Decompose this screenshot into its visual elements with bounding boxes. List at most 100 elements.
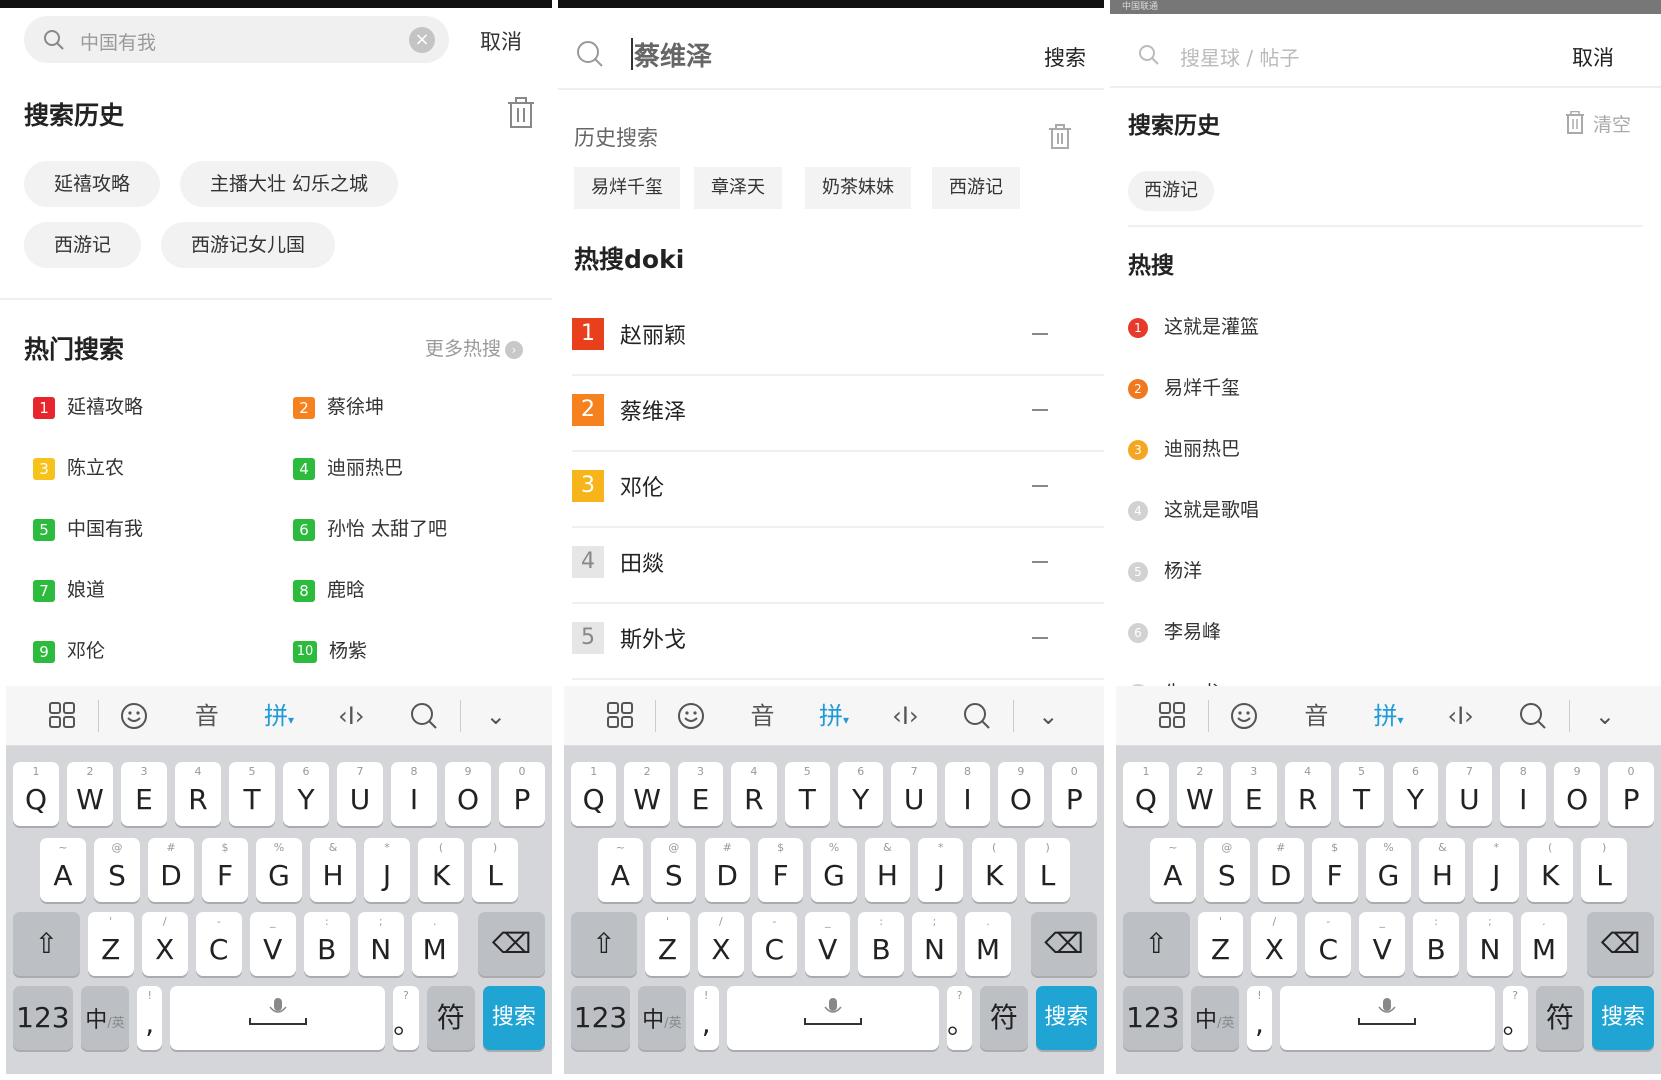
trash-icon[interactable] xyxy=(506,97,536,133)
hot-search-item[interactable]: 5 杨洋 xyxy=(1128,556,1202,583)
key-z[interactable]: ' Z xyxy=(87,912,134,976)
symbols-key[interactable]: 符 xyxy=(1535,986,1585,1050)
key-n[interactable]: ; N xyxy=(357,912,404,976)
collapse-keyboard-icon[interactable]: ⌄ xyxy=(1569,696,1641,736)
language-toggle-key[interactable]: 中/英 xyxy=(80,986,130,1050)
key-c[interactable]: -C xyxy=(195,912,242,976)
hot-search-item[interactable]: 4 这就是歌唱 xyxy=(1128,495,1259,522)
search-button[interactable]: 搜索 xyxy=(1044,42,1086,72)
emoji-icon[interactable] xyxy=(1208,696,1280,736)
voice-input-button[interactable]: 音 xyxy=(727,696,798,736)
key-n[interactable]: ; N xyxy=(911,912,958,976)
doki-row[interactable]: 2 蔡维泽 xyxy=(572,376,1104,452)
apps-grid-icon[interactable] xyxy=(584,696,655,736)
search-input[interactable]: 中国有我 xyxy=(80,28,156,55)
voice-input-button[interactable]: 音 xyxy=(1280,696,1352,736)
doki-row[interactable]: 4 田燚 xyxy=(572,528,1104,604)
cancel-button[interactable]: 取消 xyxy=(1572,42,1614,72)
hot-search-item[interactable]: 7 娘道 xyxy=(33,575,105,602)
key-t[interactable]: 5T xyxy=(1338,762,1385,826)
comma-key[interactable]: !, xyxy=(137,986,163,1050)
key-f[interactable]: $ F xyxy=(1311,838,1358,902)
trash-icon[interactable] xyxy=(1048,124,1072,154)
key-q[interactable]: 1Q xyxy=(13,762,59,826)
key-p[interactable]: 0P xyxy=(1051,762,1097,826)
key-s[interactable]: @ S xyxy=(651,838,697,902)
key-e[interactable]: 3E xyxy=(121,762,167,826)
key-w[interactable]: 2W xyxy=(1176,762,1223,826)
hot-search-item[interactable]: 10 杨紫 xyxy=(293,636,367,663)
key-h[interactable]: & H xyxy=(864,838,911,902)
key-o[interactable]: 9O xyxy=(998,762,1044,826)
key-f[interactable]: $ F xyxy=(202,838,248,902)
key-l[interactable]: ) L xyxy=(1024,838,1071,902)
comma-key[interactable]: !, xyxy=(693,986,719,1050)
hot-search-item[interactable]: 1 延禧攻略 xyxy=(33,392,143,419)
key-k[interactable]: (K xyxy=(1527,838,1574,902)
key-y[interactable]: 6Y xyxy=(283,762,329,826)
space-key[interactable] xyxy=(170,986,386,1050)
key-j[interactable]: * J xyxy=(1473,838,1520,902)
cursor-move-icon[interactable]: ‹I› xyxy=(315,696,387,736)
cursor-move-icon[interactable]: ‹I› xyxy=(870,696,941,736)
hot-search-item[interactable]: 4 迪丽热巴 xyxy=(293,453,403,480)
history-chip[interactable]: 奶茶妹妹 xyxy=(805,167,911,209)
shift-key[interactable]: ⇧ xyxy=(1123,912,1190,976)
key-t[interactable]: 5T xyxy=(784,762,830,826)
period-key[interactable]: ?。 xyxy=(393,986,421,1050)
key-q[interactable]: 1Q xyxy=(571,762,617,826)
key-d[interactable]: # D xyxy=(148,838,194,902)
key-e[interactable]: 3E xyxy=(677,762,724,826)
emoji-icon[interactable] xyxy=(98,696,170,736)
hot-search-item[interactable]: 2 蔡徐坤 xyxy=(293,392,384,419)
key-h[interactable]: & H xyxy=(1419,838,1466,902)
key-w[interactable]: 2W xyxy=(624,762,670,826)
key-m[interactable]: .M xyxy=(965,912,1011,976)
hot-search-item[interactable]: 5 中国有我 xyxy=(33,514,143,541)
history-chip[interactable]: 西游记 xyxy=(24,222,142,268)
history-chip[interactable]: 易烊千玺 xyxy=(574,167,680,209)
key-m[interactable]: .M xyxy=(1520,912,1567,976)
key-i[interactable]: 8I xyxy=(944,762,991,826)
emoji-icon[interactable] xyxy=(655,696,726,736)
key-k[interactable]: (K xyxy=(971,838,1017,902)
key-r[interactable]: 4R xyxy=(1284,762,1331,826)
key-g[interactable]: % G xyxy=(256,838,302,902)
key-g[interactable]: % G xyxy=(1365,838,1412,902)
key-b[interactable]: :B xyxy=(858,912,904,976)
key-i[interactable]: 8I xyxy=(391,762,437,826)
key-k[interactable]: (K xyxy=(418,838,464,902)
hot-search-item[interactable]: 1 这就是灌篮 xyxy=(1128,312,1259,339)
pinyin-mode-button[interactable]: 拼▾ xyxy=(798,696,869,736)
pinyin-mode-button[interactable]: 拼▾ xyxy=(243,696,315,736)
key-r[interactable]: 4R xyxy=(731,762,777,826)
backspace-key[interactable]: ⌫ xyxy=(1587,912,1654,976)
history-chip[interactable]: 章泽天 xyxy=(694,167,782,209)
key-y[interactable]: 6Y xyxy=(1392,762,1439,826)
key-x[interactable]: / X xyxy=(141,912,188,976)
pinyin-mode-button[interactable]: 拼▾ xyxy=(1352,696,1424,736)
key-r[interactable]: 4R xyxy=(175,762,221,826)
key-o[interactable]: 9O xyxy=(1554,762,1601,826)
search-input[interactable]: 蔡维泽 xyxy=(634,36,712,73)
key-d[interactable]: # D xyxy=(704,838,750,902)
doki-row[interactable]: 1 赵丽颖 xyxy=(572,300,1104,376)
key-p[interactable]: 0P xyxy=(499,762,545,826)
keyboard-search-icon[interactable] xyxy=(941,696,1012,736)
key-x[interactable]: / X xyxy=(698,912,744,976)
clear-icon[interactable]: × xyxy=(409,27,435,53)
key-c[interactable]: -C xyxy=(1305,912,1352,976)
keyboard-search-button[interactable]: 搜索 xyxy=(1592,986,1654,1050)
apps-grid-icon[interactable] xyxy=(26,696,98,736)
key-x[interactable]: / X xyxy=(1251,912,1298,976)
space-key[interactable] xyxy=(1280,986,1495,1050)
key-a[interactable]: ~ A xyxy=(40,838,86,902)
doki-row[interactable]: 5 斯外戈 xyxy=(572,604,1104,680)
search-input[interactable]: 搜星球 / 帖子 xyxy=(1180,42,1299,71)
more-hot-link[interactable]: 更多热搜 › xyxy=(425,334,524,361)
key-m[interactable]: .M xyxy=(411,912,458,976)
hot-search-item[interactable]: 3 陈立农 xyxy=(33,453,124,480)
period-key[interactable]: ?。 xyxy=(947,986,975,1050)
backspace-key[interactable]: ⌫ xyxy=(478,912,545,976)
symbols-key[interactable]: 符 xyxy=(980,986,1028,1050)
